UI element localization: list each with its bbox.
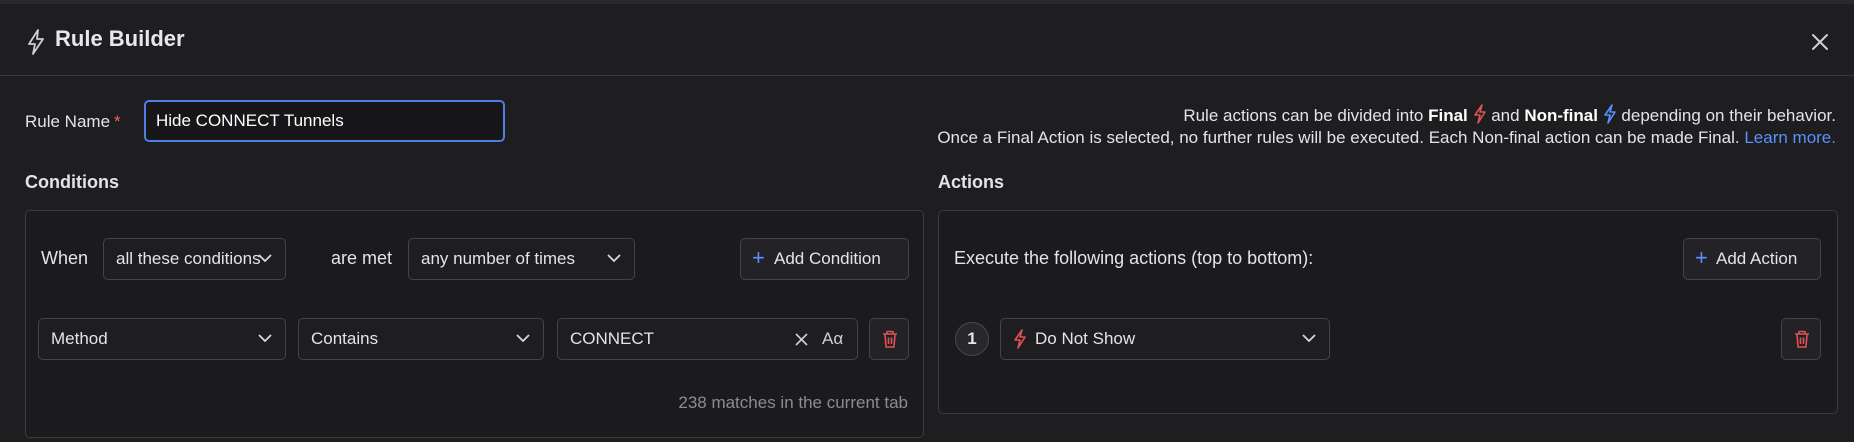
close-icon[interactable] [1807,29,1833,55]
matches-count: 238 matches in the current tab [678,393,908,412]
bolt-outline-icon [28,29,44,55]
actions-panel: Execute the following actions (top to bo… [938,210,1838,414]
info-line-2: Once a Final Action is selected, no furt… [937,128,1836,148]
condition-value-input[interactable]: CONNECT Aα [557,318,858,360]
required-mark: * [114,112,121,131]
condition-field-value: Method [51,329,108,348]
plus-icon: + [752,245,765,270]
add-condition-label: Add Condition [774,249,881,268]
info-suffix: depending on their behavior. [1616,106,1836,125]
chevron-down-icon [607,254,621,263]
match-case-toggle[interactable]: Aα [822,319,843,359]
info-line-2-text: Once a Final Action is selected, no furt… [937,128,1745,147]
match-mode-select[interactable]: all these conditions [103,238,286,280]
trash-icon [1795,330,1809,348]
info-prefix: Rule actions can be divided into [1183,106,1429,125]
rule-name-label-text: Rule Name [25,112,111,131]
action-index-badge: 1 [955,322,989,356]
info-and: and [1486,106,1525,125]
match-mode-value: all these conditions [116,249,261,268]
clear-icon[interactable] [794,332,809,347]
chevron-down-icon [516,334,530,343]
info-line-1: Rule actions can be divided into Final a… [1183,104,1836,126]
action-type-select[interactable]: Do Not Show [1000,318,1330,360]
add-condition-button[interactable]: + Add Condition [740,238,909,280]
learn-more-link[interactable]: Learn more. [1744,128,1836,147]
when-label: When [41,248,89,268]
trash-icon [883,330,897,348]
frequency-value: any number of times [421,249,576,268]
bolt-icon [1014,329,1026,349]
condition-field-select[interactable]: Method [38,318,286,360]
rule-name-label: Rule Name * [25,112,121,132]
dialog-title: Rule Builder [55,26,185,51]
final-label: Final [1428,106,1468,125]
chevron-down-icon [258,254,272,263]
condition-value-text: CONNECT [570,329,655,348]
chevron-down-icon [1302,334,1316,343]
actions-heading: Actions [938,172,1005,192]
actions-description: Execute the following actions (top to bo… [954,248,1314,268]
plus-icon: + [1695,245,1708,270]
chevron-down-icon [258,334,272,343]
conditions-panel: When all these conditions are met any nu… [25,210,924,438]
are-met-label: are met [331,248,393,268]
delete-action-button[interactable] [1781,318,1821,360]
add-action-button[interactable]: + Add Action [1683,238,1821,280]
delete-condition-button[interactable] [869,318,909,360]
dialog-header: Rule Builder [0,4,1854,76]
conditions-heading: Conditions [25,172,119,192]
condition-operator-value: Contains [311,329,379,348]
add-action-label: Add Action [1716,249,1798,268]
condition-operator-select[interactable]: Contains [298,318,544,360]
action-type-value: Do Not Show [1035,329,1136,348]
non-final-bolt-icon [1603,104,1616,124]
non-final-label: Non-final [1524,106,1598,125]
frequency-select[interactable]: any number of times [408,238,635,280]
final-bolt-icon [1473,104,1486,124]
rule-name-input[interactable]: Hide CONNECT Tunnels [144,100,505,142]
